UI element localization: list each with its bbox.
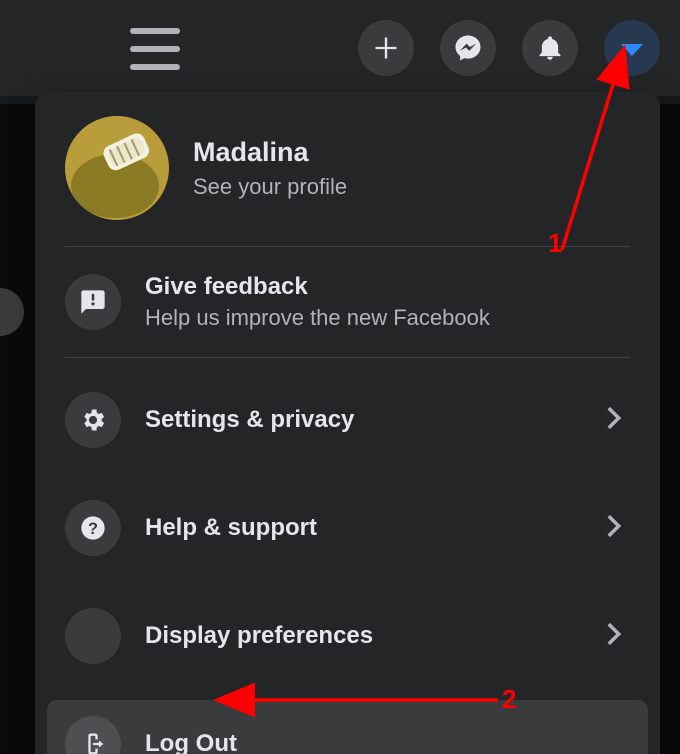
caret-down-icon [621, 44, 643, 56]
display-preferences-row[interactable]: Display preferences [35, 592, 660, 680]
top-navigation-bar [0, 0, 680, 96]
help-icon: ? [65, 500, 121, 556]
settings-label: Settings & privacy [145, 406, 596, 434]
gear-icon [65, 392, 121, 448]
account-dropdown-panel: Madalina See your profile Give feedback … [35, 92, 660, 754]
profile-name: Madalina [193, 137, 347, 168]
display-label: Display preferences [145, 622, 596, 650]
profile-subtitle: See your profile [193, 174, 347, 200]
chevron-right-icon [596, 401, 630, 440]
avatar [65, 116, 169, 220]
svg-text:?: ? [88, 520, 98, 538]
cropped-story-edge [0, 288, 24, 336]
account-menu-button[interactable] [604, 20, 660, 76]
bell-icon [536, 34, 564, 62]
messenger-icon [453, 33, 483, 63]
profile-link-row[interactable]: Madalina See your profile [35, 116, 660, 246]
messenger-button[interactable] [440, 20, 496, 76]
create-button[interactable] [358, 20, 414, 76]
moon-icon [65, 608, 121, 664]
give-feedback-row[interactable]: Give feedback Help us improve the new Fa… [35, 257, 660, 347]
feedback-icon [65, 274, 121, 330]
logout-icon [65, 716, 121, 754]
chevron-right-icon [596, 617, 630, 656]
feedback-subtitle: Help us improve the new Facebook [145, 305, 630, 331]
chevron-right-icon [596, 509, 630, 548]
settings-privacy-row[interactable]: Settings & privacy [35, 376, 660, 464]
hamburger-menu-icon[interactable] [130, 28, 180, 70]
feedback-title: Give feedback [145, 273, 630, 301]
help-support-row[interactable]: ? Help & support [35, 484, 660, 572]
log-out-row[interactable]: Log Out [47, 700, 648, 754]
logout-label: Log Out [145, 730, 630, 754]
help-label: Help & support [145, 514, 596, 542]
notifications-button[interactable] [522, 20, 578, 76]
plus-icon [372, 34, 400, 62]
